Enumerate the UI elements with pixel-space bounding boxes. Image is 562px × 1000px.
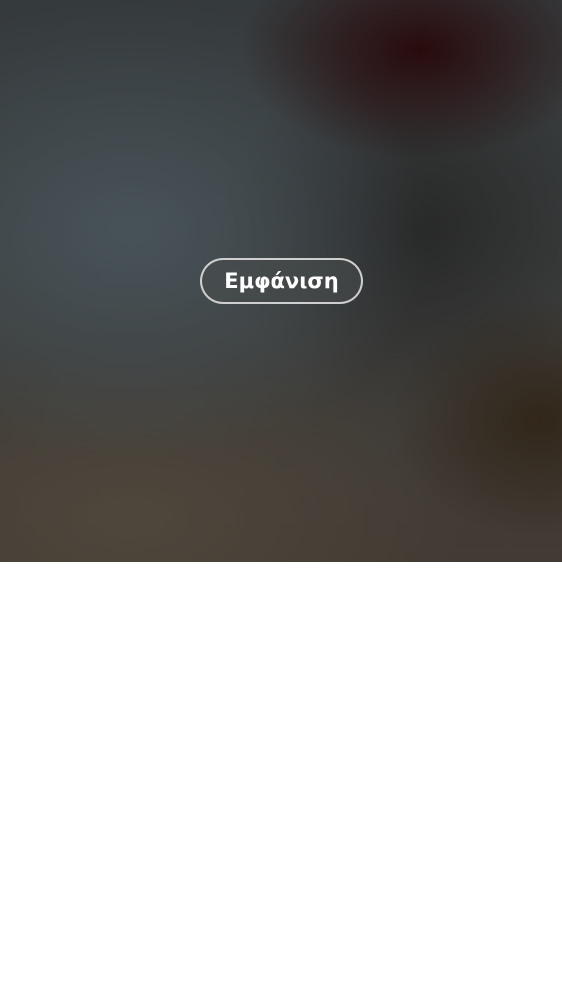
blurred-media-preview[interactable]: Εμφάνιση [0,0,562,562]
reveal-button[interactable]: Εμφάνιση [200,258,363,304]
empty-content-area [0,562,562,1000]
